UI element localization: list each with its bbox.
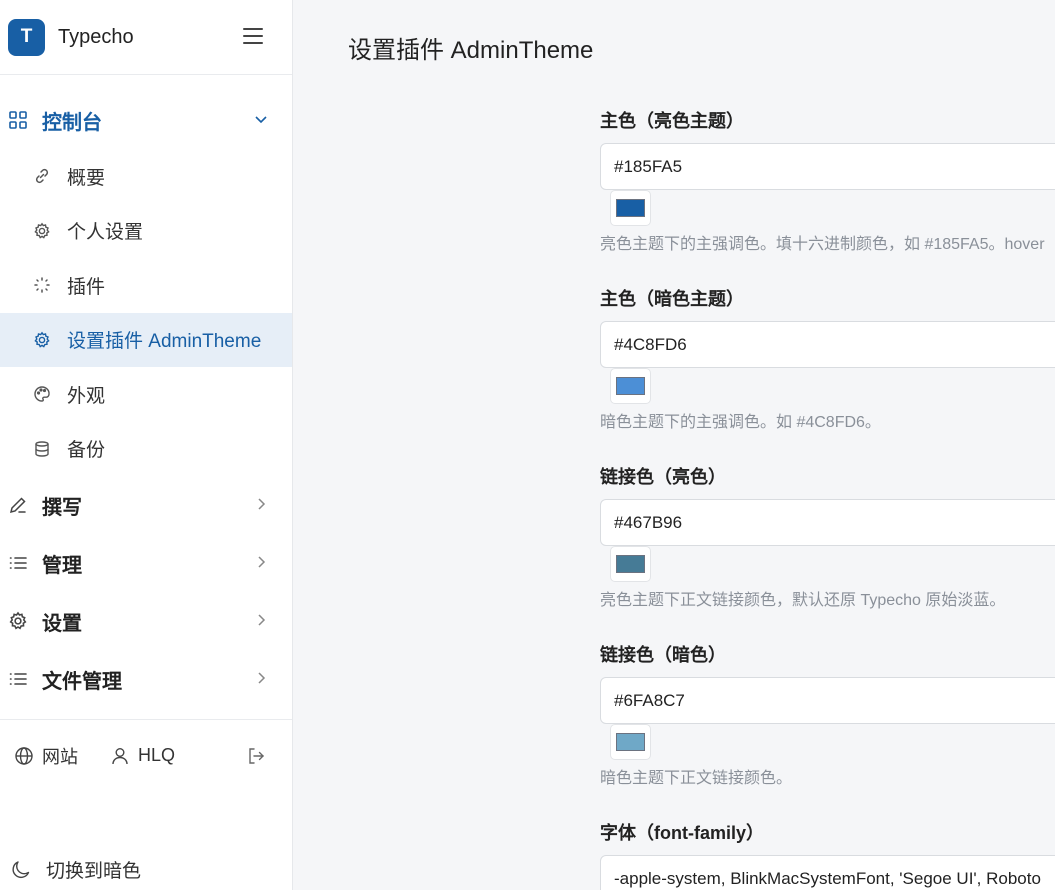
sidebar-item-label: 个人设置	[67, 222, 144, 244]
color-swatch	[616, 733, 645, 751]
field-label: 链接色（暗色）	[600, 645, 726, 665]
link-light-input[interactable]	[600, 499, 1055, 546]
sidebar-item-overview[interactable]: 概要	[0, 149, 292, 204]
chevron-right-icon	[254, 613, 268, 627]
field-label: 字体（font-family）	[600, 823, 764, 843]
nav-group-manage[interactable]: 管理	[0, 534, 292, 592]
theme-switch-label: 切换到暗色	[46, 861, 142, 882]
sidebar-footer: 网站 HLQ	[0, 719, 292, 791]
nav-group-label: 设置	[42, 612, 82, 635]
sidebar-item-plugins[interactable]: 插件	[0, 258, 292, 313]
moon-icon	[10, 859, 32, 881]
gear-icon	[33, 331, 51, 349]
sidebar-item-label: 备份	[67, 440, 106, 462]
color-swatch	[616, 199, 645, 217]
gear-icon	[33, 222, 51, 240]
globe-icon	[14, 746, 34, 766]
nav-group-dashboard[interactable]: 控制台	[0, 91, 292, 149]
field-font-family: 字体（font-family）	[600, 820, 1055, 890]
list-icon	[8, 669, 28, 689]
field-description: 亮色主题下的主强调色。填十六进制颜色，如 #185FA5。hover	[600, 236, 1045, 253]
site-link[interactable]: 网站	[14, 743, 78, 769]
color-swatch	[616, 377, 645, 395]
settings-form: 主色（亮色主题） 亮色主题下的主强调色。填十六进制颜色，如 #185FA5。ho…	[600, 108, 1055, 890]
nav-group-label: 控制台	[42, 111, 102, 134]
nav-group-file-manager[interactable]: 文件管理	[0, 650, 292, 708]
nav-group-label: 文件管理	[42, 670, 122, 693]
sidebar-item-backup[interactable]: 备份	[0, 422, 292, 477]
sidebar-item-label: 外观	[67, 385, 106, 407]
field-primary-dark: 主色（暗色主题） 暗色主题下的主强调色。如 #4C8FD6。	[600, 286, 1055, 434]
chevron-right-icon	[254, 497, 268, 511]
sidebar: T Typecho 控制台 概要 个人设置 插件 设置插件 AdminTheme…	[0, 0, 293, 890]
site-link-label: 网站	[42, 746, 78, 767]
color-picker-button[interactable]	[610, 368, 651, 404]
field-link-light: 链接色（亮色） 亮色主题下正文链接颜色，默认还原 Typecho 原始淡蓝。	[600, 464, 1055, 612]
field-label: 主色（暗色主题）	[600, 289, 744, 309]
theme-switch[interactable]: 切换到暗色	[10, 856, 141, 883]
grid-icon	[8, 110, 28, 130]
field-link-dark: 链接色（暗色） 暗色主题下正文链接颜色。	[600, 642, 1055, 790]
nav-group-settings[interactable]: 设置	[0, 592, 292, 650]
field-primary-light: 主色（亮色主题） 亮色主题下的主强调色。填十六进制颜色，如 #185FA5。ho…	[600, 108, 1055, 256]
palette-icon	[33, 385, 51, 403]
brand-name[interactable]: Typecho	[58, 26, 134, 49]
nav-group-label: 管理	[42, 554, 82, 577]
chevron-right-icon	[254, 555, 268, 569]
sidebar-item-label: 设置插件 AdminTheme	[67, 331, 262, 353]
nav-group-write[interactable]: 撰写	[0, 476, 292, 534]
brand-header: T Typecho	[0, 0, 292, 75]
color-picker-button[interactable]	[610, 546, 651, 582]
menu-toggle-icon[interactable]	[242, 26, 264, 46]
field-label: 主色（亮色主题）	[600, 111, 744, 131]
logout-icon[interactable]	[246, 746, 266, 766]
sidebar-item-label: 概要	[67, 167, 106, 189]
field-label: 链接色（亮色）	[600, 467, 726, 487]
gear-icon	[8, 611, 28, 631]
link-dark-input[interactable]	[600, 677, 1055, 724]
color-picker-button[interactable]	[610, 190, 651, 226]
primary-light-input[interactable]	[600, 143, 1055, 190]
field-description: 暗色主题下的主强调色。如 #4C8FD6。	[600, 414, 881, 431]
brand-logo[interactable]: T	[8, 18, 45, 56]
color-picker-button[interactable]	[610, 724, 651, 760]
color-swatch	[616, 555, 645, 573]
sidebar-item-label: 插件	[67, 276, 106, 298]
plugin-icon	[33, 276, 51, 294]
primary-dark-input[interactable]	[600, 321, 1055, 368]
sidebar-item-admintheme-settings[interactable]: 设置插件 AdminTheme	[0, 312, 292, 367]
main-content: 设置插件 AdminTheme 主色（亮色主题） 亮色主题下的主强调色。填十六进…	[293, 0, 1055, 890]
chevron-right-icon	[254, 671, 268, 685]
sidebar-item-appearance[interactable]: 外观	[0, 367, 292, 422]
field-description: 亮色主题下正文链接颜色，默认还原 Typecho 原始淡蓝。	[600, 592, 1006, 609]
user-link-label: HLQ	[138, 745, 176, 765]
user-link[interactable]: HLQ	[110, 745, 175, 766]
chevron-down-icon	[254, 112, 268, 126]
list-icon	[8, 553, 28, 573]
nav-group-label: 撰写	[42, 496, 82, 519]
link-icon	[33, 167, 51, 185]
font-family-input[interactable]	[600, 855, 1055, 890]
database-icon	[33, 440, 51, 458]
pencil-icon	[8, 495, 28, 515]
field-description: 暗色主题下正文链接颜色。	[600, 770, 793, 787]
page-title: 设置插件 AdminTheme	[348, 37, 594, 64]
sidebar-item-profile[interactable]: 个人设置	[0, 204, 292, 259]
user-icon	[110, 746, 130, 766]
sidebar-nav: 控制台 概要 个人设置 插件 设置插件 AdminTheme 外观 备份 撰写 …	[0, 75, 292, 708]
